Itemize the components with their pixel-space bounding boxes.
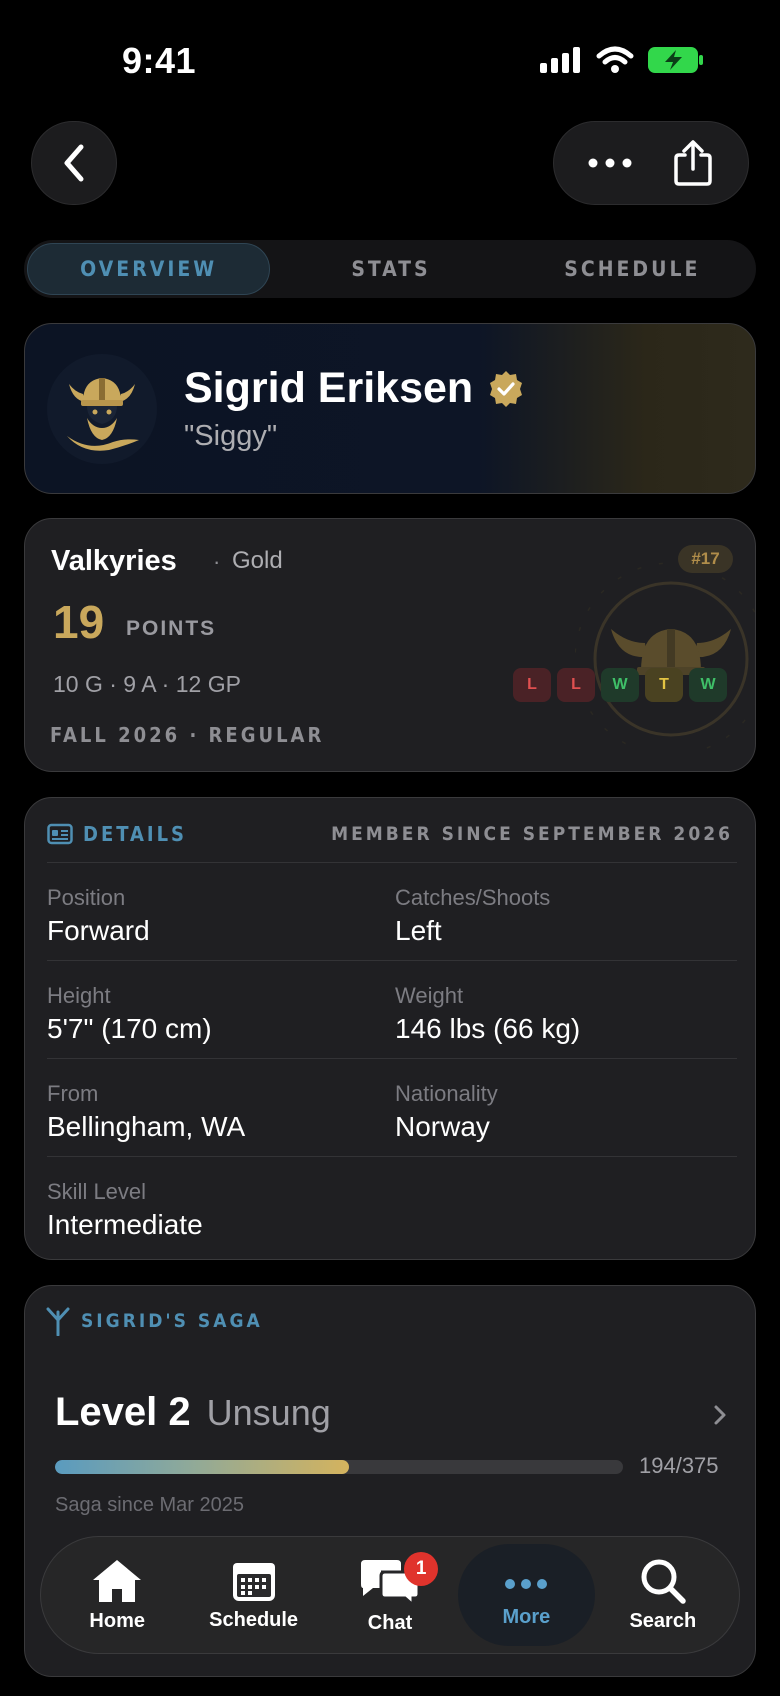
player-avatar: [47, 354, 157, 464]
detail-from: From Bellingham, WA: [47, 1059, 389, 1156]
detail-value: Intermediate: [47, 1209, 203, 1240]
level-number: Level 2: [55, 1390, 191, 1434]
detail-catches-shoots: Catches/Shoots Left: [389, 863, 737, 960]
calendar-icon: [232, 1562, 275, 1601]
chevron-right-icon: [714, 1405, 726, 1425]
saga-progress-count: 194/375: [639, 1453, 719, 1478]
viking-logo-icon: [67, 378, 139, 451]
player-name-row: Sigrid Eriksen: [184, 364, 525, 413]
detail-label: Height: [47, 983, 111, 1008]
wifi-icon: [596, 46, 634, 73]
ellipsis-icon: [505, 1578, 548, 1589]
season-label: FALL 2026 · REGULAR: [50, 723, 325, 747]
detail-value: 146 lbs (66 kg): [395, 1013, 581, 1044]
back-button[interactable]: [31, 121, 117, 205]
profile-tabs: OVERVIEW STATS SCHEDULE: [24, 240, 756, 298]
team-emblem-icon: [575, 562, 755, 749]
status-time: 9:41: [122, 40, 197, 81]
id-card-icon: [47, 823, 73, 845]
rank-badge: #17: [678, 545, 733, 573]
verified-badge-icon: [490, 370, 523, 407]
house-icon: [93, 1559, 142, 1602]
tab-schedule[interactable]: SCHEDULE: [512, 243, 753, 295]
form-result-chip: W: [601, 668, 639, 702]
detail-position: Position Forward: [47, 863, 389, 960]
player-nickname: "Siggy": [184, 420, 278, 452]
team-card[interactable]: Valkyries · Gold #17 19 POINTS 10 G · 9 …: [24, 518, 756, 772]
detail-label: Catches/Shoots: [395, 885, 551, 910]
detail-label: From: [47, 1081, 99, 1106]
share-icon: [673, 140, 712, 186]
share-button[interactable]: [658, 128, 728, 198]
form-result-chip: L: [513, 668, 551, 702]
form-result-chip: W: [689, 668, 727, 702]
details-title: DETAILS: [83, 822, 187, 846]
details-row: From Bellingham, WA Nationality Norway: [47, 1058, 737, 1156]
saga-progress-fill: [55, 1460, 349, 1474]
tabbar-chat[interactable]: Chat 1: [322, 1544, 458, 1646]
tabbar-label: Schedule: [209, 1608, 299, 1631]
details-grid: Position Forward Catches/Shoots Left Hei…: [47, 862, 737, 1254]
details-card: DETAILS MEMBER SINCE SEPTEMBER 2026 Posi…: [24, 797, 756, 1260]
tabbar-schedule[interactable]: Schedule: [185, 1544, 321, 1646]
points-value: 19: [53, 596, 105, 648]
level-line: Level 2 Unsung: [55, 1390, 331, 1435]
saga-progress-bar: [55, 1460, 623, 1474]
detail-nationality: Nationality Norway: [389, 1059, 737, 1156]
team-tier: Gold: [232, 547, 283, 574]
recent-form: L L W T W: [513, 668, 727, 702]
tabbar-label: Search: [629, 1609, 697, 1632]
form-result-chip: T: [645, 668, 683, 702]
player-name: Sigrid Eriksen: [184, 364, 474, 412]
detail-skill-level: Skill Level Intermediate: [47, 1157, 389, 1254]
chevron-left-icon: [64, 144, 84, 182]
level-name: Unsung: [206, 1392, 331, 1433]
details-row: Skill Level Intermediate: [47, 1156, 737, 1254]
detail-label: Position: [47, 885, 126, 910]
details-header: DETAILS: [47, 822, 187, 846]
detail-value: 5'7" (170 cm): [47, 1013, 212, 1044]
saga-since: Saga since Mar 2025: [55, 1494, 245, 1516]
rune-icon: [46, 1307, 70, 1336]
ellipsis-icon: [588, 158, 631, 168]
stat-line: 10 G · 9 A · 12 GP: [53, 671, 241, 697]
notification-badge: 1: [404, 1552, 439, 1586]
status-icons: [540, 46, 704, 74]
detail-value: Norway: [395, 1111, 490, 1142]
bottom-tab-bar: Home Schedule Chat 1 More Search: [40, 1536, 740, 1654]
tabbar-more[interactable]: More: [458, 1544, 595, 1646]
cellular-signal-icon: [540, 47, 580, 73]
details-row: Position Forward Catches/Shoots Left: [47, 862, 737, 960]
tabbar-search[interactable]: Search: [595, 1544, 731, 1646]
action-pill: [553, 121, 749, 205]
battery-charging-icon: [648, 47, 703, 73]
team-name: Valkyries: [51, 545, 177, 577]
form-result-chip: L: [557, 668, 595, 702]
tabbar-label: More: [502, 1605, 551, 1628]
tabbar-label: Chat: [367, 1611, 413, 1634]
team-separator: ·: [213, 549, 221, 574]
saga-header: SIGRID'S SAGA: [45, 1306, 263, 1336]
more-options-button[interactable]: [575, 128, 645, 198]
details-row: Height 5'7" (170 cm) Weight 146 lbs (66 …: [47, 960, 737, 1058]
points-label: POINTS: [126, 617, 217, 640]
status-bar: 9:41: [0, 0, 780, 110]
detail-value: Left: [395, 915, 442, 946]
detail-label: Weight: [395, 983, 464, 1008]
tab-overview[interactable]: OVERVIEW: [27, 243, 271, 295]
tabbar-label: Home: [89, 1609, 145, 1632]
detail-value: Bellingham, WA: [47, 1111, 246, 1142]
search-icon: [641, 1559, 686, 1604]
tabbar-home[interactable]: Home: [49, 1544, 185, 1646]
player-header-card: Sigrid Eriksen "Siggy": [24, 323, 756, 494]
detail-label: Nationality: [395, 1081, 498, 1106]
saga-title: SIGRID'S SAGA: [81, 1310, 263, 1332]
detail-weight: Weight 146 lbs (66 kg): [389, 961, 737, 1058]
member-since: MEMBER SINCE SEPTEMBER 2026: [331, 823, 733, 845]
tab-stats[interactable]: STATS: [270, 243, 511, 295]
detail-label: Skill Level: [47, 1179, 147, 1204]
detail-value: Forward: [47, 915, 150, 946]
detail-height: Height 5'7" (170 cm): [47, 961, 389, 1058]
